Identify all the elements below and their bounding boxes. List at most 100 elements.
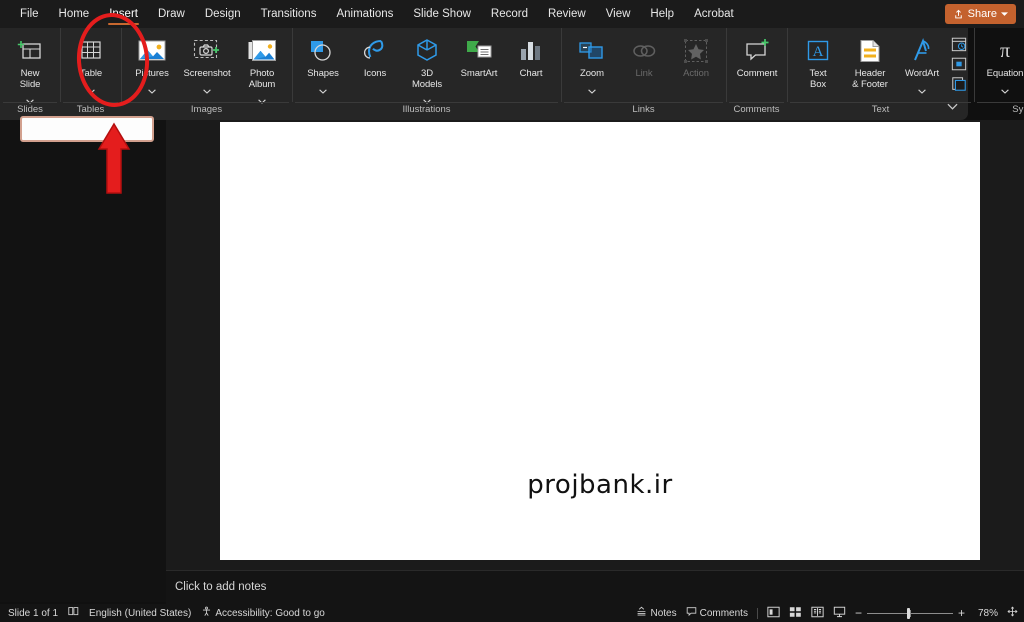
header-footer-icon [857,36,883,66]
icons-button[interactable]: Icons [349,31,401,97]
tab-review[interactable]: Review [538,0,596,28]
accessibility-label: Accessibility: Good to go [215,607,325,619]
link-icon [631,36,657,66]
tab-record[interactable]: Record [481,0,538,28]
chart-button[interactable]: Chart [505,31,557,97]
chevron-down-icon[interactable] [588,81,596,99]
zoom-slider-track[interactable] [866,607,953,619]
tab-transitions[interactable]: Transitions [251,0,327,28]
tab-file[interactable]: File [10,0,49,28]
chevron-down-icon[interactable] [918,81,926,99]
shapes-label: Shapes [307,68,339,79]
notes-pane[interactable]: Click to add notes [166,570,1024,604]
ribbon-group-label-symbols: Symbols [977,102,1024,118]
chart-label: Chart [519,68,543,79]
ribbon-group-text: A Text Box Header & Footer WordArt Text [787,28,974,120]
table-label: Table [79,68,103,79]
slide-watermark-text[interactable]: projbank.ir [220,470,980,500]
notes-label: Notes [650,607,677,619]
slide-layout-icon[interactable] [68,606,79,620]
chevron-down-icon [1001,11,1008,17]
chevron-down-icon[interactable] [87,81,95,99]
ribbon-group-tables: Table Tables [60,28,121,120]
status-accessibility[interactable]: Accessibility: Good to go [201,606,325,620]
slide-number-icon[interactable] [950,55,968,73]
chevron-down-icon[interactable] [319,81,327,99]
text-box-button[interactable]: A Text Box [792,31,844,97]
chevron-down-icon[interactable] [148,81,156,99]
comment-label: Comment [736,68,778,79]
date-time-icon[interactable] [950,35,968,53]
photo-album-button[interactable]: Photo Album [236,31,288,109]
zoom-button[interactable]: Zoom [566,31,618,99]
reading-view-button[interactable] [811,606,824,621]
shapes-button[interactable]: Shapes [297,31,349,99]
link-label: Link [635,68,653,79]
screenshot-button[interactable]: Screenshot [178,31,236,99]
tab-home[interactable]: Home [49,0,100,28]
equation-icon: π [992,36,1018,66]
screenshot-label: Screenshot [183,68,231,79]
ribbon-group-text-small-buttons [948,31,970,93]
pictures-button[interactable]: Pictures [126,31,178,99]
tab-draw[interactable]: Draw [148,0,195,28]
table-button[interactable]: Table [65,31,117,99]
notes-icon [636,606,647,620]
status-language[interactable]: English (United States) [89,608,191,619]
pictures-icon [137,36,167,66]
ribbon-group-label-illustrations: Illustrations [295,102,558,118]
chevron-down-icon[interactable] [1001,81,1009,99]
comments-label: Comments [699,607,748,619]
comment-button[interactable]: Comment [731,31,783,97]
zoom-label: Zoom [580,68,604,79]
accessibility-icon [201,606,212,620]
tab-animations[interactable]: Animations [326,0,403,28]
share-button[interactable]: Share [944,4,1016,24]
smartart-button[interactable]: SmartArt [453,31,505,97]
zoom-level-label[interactable]: 78% [974,608,998,619]
status-divider [756,607,758,619]
slide-show-button[interactable] [833,606,846,621]
object-icon[interactable] [950,75,968,93]
pictures-label: Pictures [135,68,169,79]
ribbon-collapse-button[interactable] [947,97,958,115]
tab-acrobat[interactable]: Acrobat [684,0,744,28]
tab-insert[interactable]: Insert [99,0,148,28]
svg-text:A: A [813,44,824,60]
action-icon [683,36,709,66]
slide-sorter-button[interactable] [789,606,802,621]
zoom-in-button[interactable]: + [958,606,965,620]
slide-edit-area: projbank.ir [166,120,1024,570]
zoom-icon [578,36,606,66]
smartart-icon [465,36,493,66]
new-slide-button[interactable]: New Slide [4,31,56,109]
wordart-icon [909,36,935,66]
tab-help[interactable]: Help [640,0,684,28]
ribbon-group-images: Pictures Screenshot Photo Album Images [121,28,292,120]
equation-button[interactable]: π Equation [979,31,1024,99]
tab-view[interactable]: View [596,0,641,28]
status-comments-button[interactable]: Comments [686,606,748,620]
zoom-control[interactable]: − + [855,606,965,620]
screenshot-icon [192,36,222,66]
tab-design[interactable]: Design [195,0,251,28]
svg-text:π: π [1000,40,1010,62]
3d-models-button[interactable]: 3D Models [401,31,453,109]
powerpoint-window: File Home Insert Draw Design Transitions Anima… [0,0,1024,622]
wordart-button[interactable]: WordArt [896,31,948,99]
ribbon: New Slide Slides Table Tables Pictures Screen… [0,28,1024,120]
ribbon-group-slides: New Slide Slides [0,28,60,120]
fit-to-window-button[interactable] [1007,606,1018,620]
slide-thumbnail-pane[interactable] [0,116,166,602]
zoom-out-button[interactable]: − [855,606,862,620]
slide-canvas[interactable]: projbank.ir [220,122,980,560]
header-footer-button[interactable]: Header & Footer [844,31,896,97]
slide-thumbnail-1[interactable] [20,116,154,142]
tab-slide-show[interactable]: Slide Show [403,0,481,28]
zoom-slider-knob[interactable] [906,607,910,619]
normal-view-button[interactable] [767,606,780,621]
status-notes-button[interactable]: Notes [636,606,677,620]
notes-placeholder[interactable]: Click to add notes [175,581,266,593]
photo-album-label: Photo Album [248,68,276,90]
chevron-down-icon[interactable] [203,81,211,99]
